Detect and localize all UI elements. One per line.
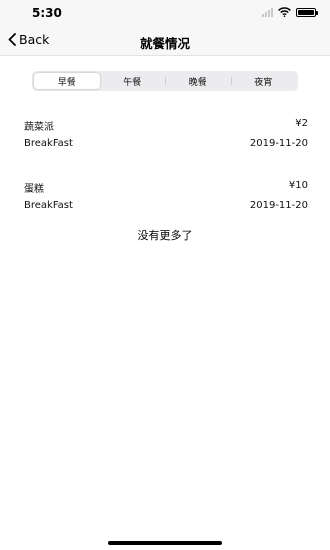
status-time: 5:30	[32, 6, 62, 20]
meal-date: 2019-11-20	[249, 138, 308, 149]
signal-icon	[262, 7, 273, 17]
tab-dinner[interactable]: 晚餐	[165, 73, 231, 89]
page-title: 就餐情况	[139, 36, 190, 51]
meal-type: BreakFast	[24, 200, 73, 211]
tab-late-night[interactable]: 夜宵	[230, 73, 297, 89]
meal-date: 2019-11-20	[249, 200, 308, 211]
meal-row-top: 蛋糕 ¥10	[24, 180, 308, 195]
meal-row-bottom: BreakFast 2019-11-20	[24, 138, 308, 149]
status-bar: 5:30	[0, 0, 330, 26]
navigation-bar: Back 就餐情况	[0, 26, 330, 56]
meal-row-top: 蔬菜派 ¥2	[24, 118, 308, 133]
meal-row-bottom: BreakFast 2019-11-20	[24, 200, 308, 211]
status-icons	[262, 7, 318, 17]
meal-price: ¥2	[295, 118, 308, 129]
home-indicator	[108, 541, 222, 545]
meal-name: 蛋糕	[24, 184, 44, 195]
list-item[interactable]: 蔬菜派 ¥2 BreakFast 2019-11-20	[0, 118, 330, 158]
tab-lunch[interactable]: 午餐	[100, 73, 166, 89]
list-item[interactable]: 蛋糕 ¥10 BreakFast 2019-11-20	[0, 180, 330, 220]
no-more-text: 没有更多了	[137, 229, 193, 242]
wifi-icon	[278, 7, 291, 17]
tab-breakfast[interactable]: 早餐	[34, 73, 100, 89]
meal-type: BreakFast	[24, 138, 73, 149]
meal-price: ¥10	[288, 180, 308, 191]
meal-name: 蔬菜派	[24, 122, 54, 133]
meal-segmented-control: 早餐 午餐 晚餐 夜宵	[32, 71, 298, 91]
battery-icon	[296, 7, 318, 17]
